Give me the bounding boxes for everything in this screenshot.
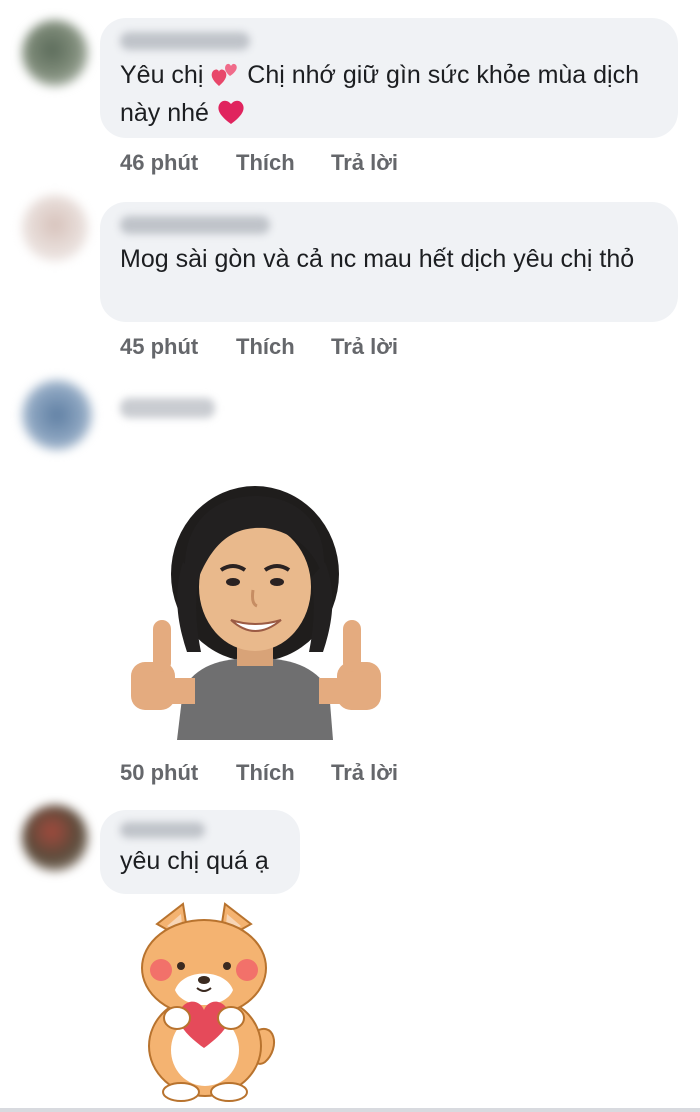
comment-text: Yêu chị Chị nhớ giữ gìn sức khỏe mùa dịc… bbox=[120, 58, 658, 134]
like-button[interactable]: Thích bbox=[236, 334, 331, 360]
comment-text: Mog sài gòn và cả nc mau hết dịch yêu ch… bbox=[120, 245, 635, 273]
like-button[interactable]: Thích bbox=[236, 760, 331, 786]
comment-actions: 45 phút Thích Trả lời bbox=[120, 334, 398, 360]
comment-time: 46 phút bbox=[120, 150, 199, 175]
avatar[interactable] bbox=[22, 805, 88, 871]
author-name[interactable] bbox=[120, 822, 205, 838]
shiba-dog-heart-sticker bbox=[125, 898, 283, 1103]
comment-actions: 46 phút Thích Trả lời bbox=[120, 150, 398, 176]
memoji-thumbs-up-sticker bbox=[125, 482, 390, 742]
reply-button[interactable]: Trả lời bbox=[331, 334, 398, 360]
avatar[interactable] bbox=[22, 20, 88, 86]
author-name[interactable] bbox=[120, 216, 270, 234]
comment-bubble: Mog sài gòn và cả nc mau hết dịch yêu ch… bbox=[100, 202, 678, 322]
avatar[interactable] bbox=[22, 380, 92, 450]
author-name[interactable] bbox=[120, 398, 215, 418]
reply-button[interactable]: Trả lời bbox=[331, 760, 398, 786]
comment-time: 50 phút bbox=[120, 760, 199, 785]
like-button[interactable]: Thích bbox=[236, 150, 331, 176]
comment-actions: 50 phút Thích Trả lời bbox=[120, 760, 398, 786]
red-heart-icon bbox=[216, 97, 246, 134]
comment-text: yêu chị quá ạ bbox=[120, 847, 269, 875]
comment-bubble: Yêu chị Chị nhớ giữ gìn sức khỏe mùa dịc… bbox=[100, 18, 678, 138]
author-name[interactable] bbox=[120, 32, 250, 50]
bottom-divider bbox=[0, 1108, 700, 1112]
comment-time: 45 phút bbox=[120, 334, 199, 359]
comment-bubble: yêu chị quá ạ bbox=[100, 810, 300, 894]
two-hearts-icon bbox=[210, 59, 240, 96]
avatar[interactable] bbox=[22, 195, 88, 261]
reply-button[interactable]: Trả lời bbox=[331, 150, 398, 176]
